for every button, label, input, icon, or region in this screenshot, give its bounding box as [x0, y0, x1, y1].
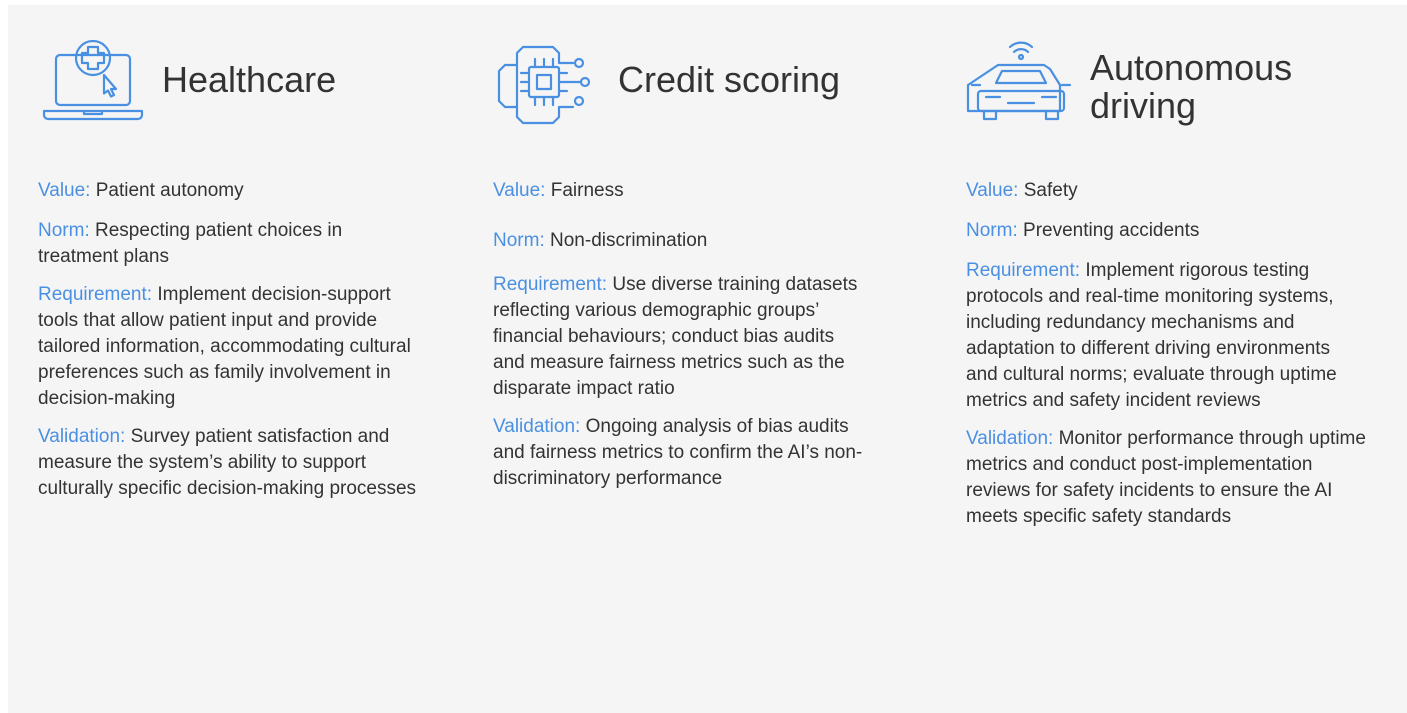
- value-text: Fairness: [550, 180, 624, 201]
- norm-item: Norm: Non-discrimination: [493, 228, 868, 254]
- norm-text: Non-discrimination: [550, 230, 708, 251]
- column-title: Healthcare: [162, 59, 337, 100]
- requirement-item: Requirement: Implement rigorous testing …: [966, 258, 1366, 414]
- value-label: Value:: [38, 180, 91, 201]
- requirement-item: Requirement: Implement decision-support …: [38, 282, 418, 412]
- column-title: Credit scoring: [618, 59, 841, 100]
- laptop-medical-cross-icon: [38, 35, 148, 135]
- requirement-label: Requirement:: [966, 260, 1081, 281]
- norm-label: Norm:: [38, 220, 90, 241]
- validation-label: Validation:: [966, 428, 1054, 449]
- norm-item: Norm: Preventing accidents: [966, 218, 1366, 244]
- value-item: Value: Patient autonomy: [38, 178, 418, 204]
- value-label: Value:: [493, 180, 546, 201]
- norm-text: Preventing accidents: [1023, 220, 1200, 241]
- validation-label: Validation:: [38, 426, 126, 447]
- norm-label: Norm:: [493, 230, 545, 251]
- column-body: Value: Fairness Norm: Non-discrimination…: [493, 178, 868, 504]
- validation-item: Validation: Survey patient satisfaction …: [38, 424, 418, 502]
- requirement-text: Implement rigorous testing protocols and…: [966, 260, 1337, 411]
- value-item: Value: Fairness: [493, 178, 868, 204]
- column-body: Value: Patient autonomy Norm: Respecting…: [38, 178, 418, 514]
- validation-item: Validation: Ongoing analysis of bias aud…: [493, 414, 868, 492]
- norm-item: Norm: Respecting patient choices in trea…: [38, 218, 418, 270]
- validation-label: Validation:: [493, 416, 581, 437]
- requirement-item: Requirement: Use diverse training datase…: [493, 272, 868, 402]
- column-body: Value: Safety Norm: Preventing accidents…: [966, 178, 1366, 542]
- validation-item: Validation: Monitor performance through …: [966, 426, 1366, 530]
- chip-circuit-icon: [493, 35, 603, 135]
- autonomous-car-icon: [966, 35, 1076, 135]
- column-title: Autonomous driving: [1090, 47, 1293, 126]
- value-text: Safety: [1023, 180, 1078, 201]
- requirement-label: Requirement:: [493, 274, 608, 295]
- value-text: Patient autonomy: [95, 180, 244, 201]
- value-item: Value: Safety: [966, 178, 1366, 204]
- comparison-panel: Healthcare Value: Patient autonomy Norm:…: [8, 5, 1407, 713]
- value-label: Value:: [966, 180, 1019, 201]
- norm-label: Norm:: [966, 220, 1018, 241]
- requirement-label: Requirement:: [38, 284, 153, 305]
